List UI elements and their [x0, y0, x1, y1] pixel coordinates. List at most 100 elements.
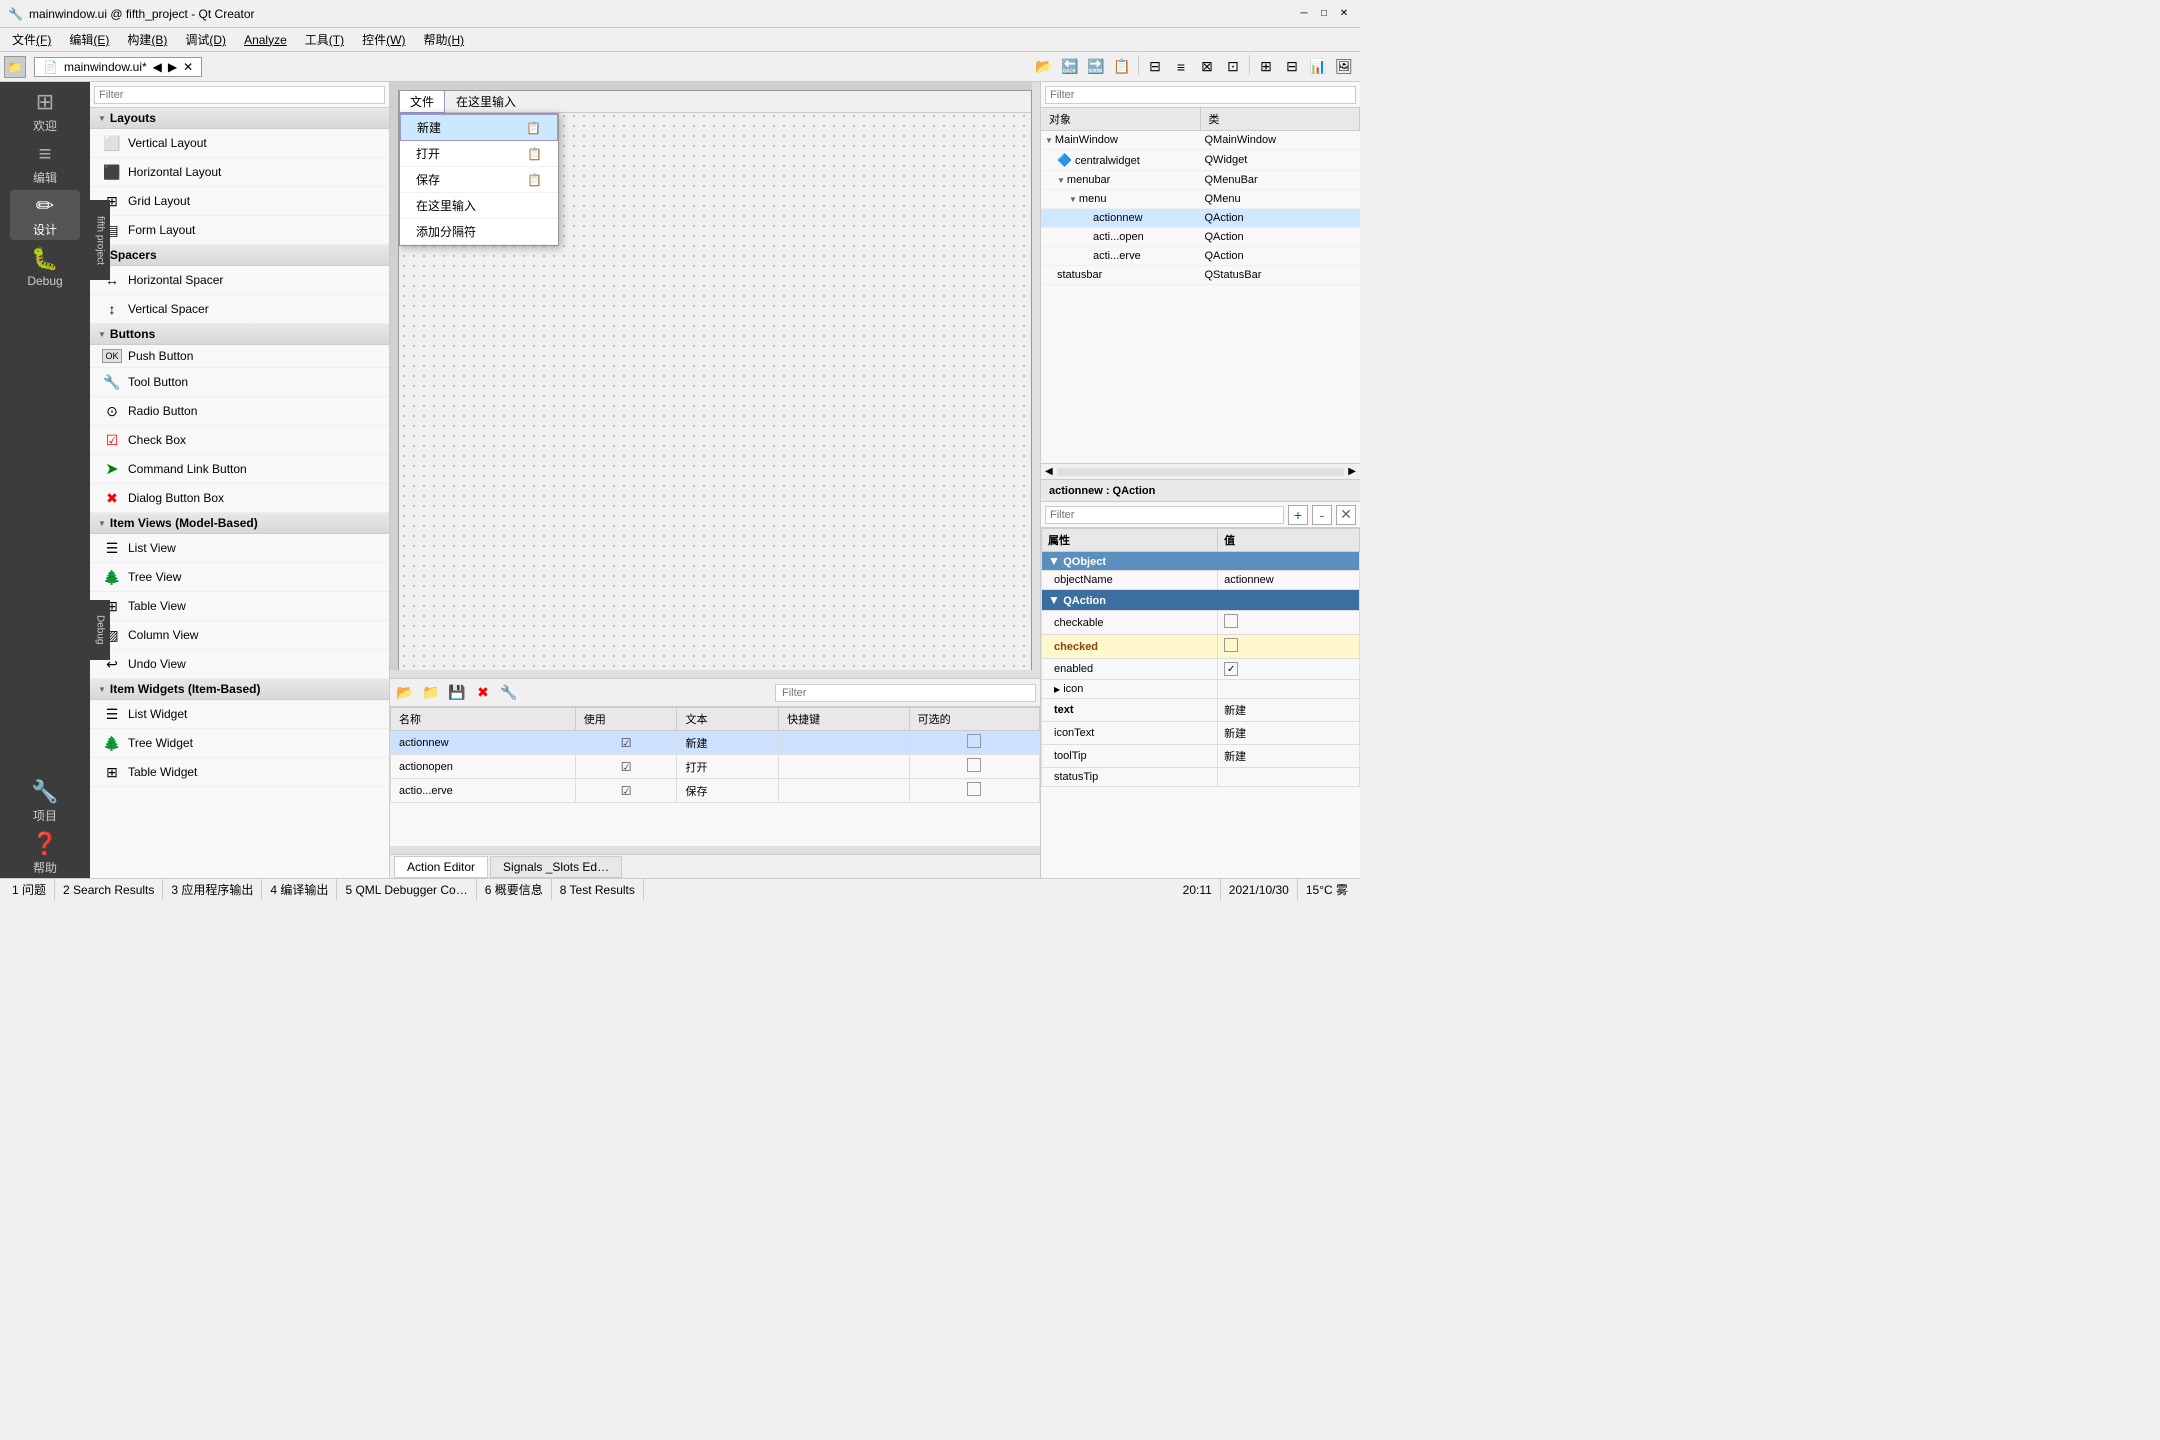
status-compile[interactable]: 4 编译输出: [262, 879, 337, 900]
widget-column-view[interactable]: ▨ Column View: [90, 621, 389, 650]
widget-filter-input[interactable]: [94, 86, 385, 104]
scroll-right-btn[interactable]: ▶: [1348, 466, 1356, 477]
checked-checkbox[interactable]: [1224, 638, 1238, 652]
props-add-btn[interactable]: +: [1288, 505, 1308, 525]
debug-tab[interactable]: Debug: [90, 600, 110, 660]
dropdown-item-input[interactable]: 在这里输入: [400, 193, 558, 219]
widget-table-widget[interactable]: ⊞ Table Widget: [90, 758, 389, 787]
tab-nav-left[interactable]: ◀: [153, 60, 162, 74]
props-row-tooltip[interactable]: toolTip 新建: [1042, 745, 1360, 768]
tab-nav-right[interactable]: ▶: [168, 60, 177, 74]
minimize-button[interactable]: ─: [1296, 6, 1312, 22]
action-checkable-open[interactable]: [909, 755, 1039, 779]
props-row-checkable[interactable]: checkable: [1042, 611, 1360, 635]
dropdown-item-save[interactable]: 保存 📋: [400, 167, 558, 193]
dropdown-item-new[interactable]: 新建 📋: [400, 114, 558, 141]
toolbar-btn-8[interactable]: ⊡: [1221, 55, 1245, 79]
menu-edit[interactable]: 编辑(E): [61, 29, 117, 50]
props-row-text[interactable]: text 新建: [1042, 699, 1360, 722]
design-canvas[interactable]: 文件 在这里输入 新建 📋 打开: [390, 82, 1040, 678]
widget-list-widget[interactable]: ☰ List Widget: [90, 700, 389, 729]
toolbar-btn-10[interactable]: ⊟: [1280, 55, 1304, 79]
widget-grid-layout[interactable]: ⊞ Grid Layout: [90, 187, 389, 216]
left-icon-edit[interactable]: ≡ 编辑: [10, 138, 80, 188]
left-icon-welcome[interactable]: ⊞ 欢迎: [10, 86, 80, 136]
props-value-tooltip[interactable]: 新建: [1218, 745, 1360, 768]
widget-undo-view[interactable]: ↩ Undo View: [90, 650, 389, 679]
widget-form-layout[interactable]: ▤ Form Layout: [90, 216, 389, 245]
toolbar-btn-7[interactable]: ⊠: [1195, 55, 1219, 79]
props-row-statustip[interactable]: statusTip: [1042, 768, 1360, 787]
props-row-checked[interactable]: checked: [1042, 635, 1360, 659]
category-item-widgets[interactable]: Item Widgets (Item-Based): [90, 679, 389, 700]
toolbar-btn-1[interactable]: 📂: [1032, 55, 1056, 79]
widget-table-view[interactable]: ⊞ Table View: [90, 592, 389, 621]
dropdown-item-open[interactable]: 打开 📋: [400, 141, 558, 167]
left-icon-design[interactable]: ✏ 设计: [10, 190, 80, 240]
action-add-btn[interactable]: 📂: [394, 682, 416, 704]
props-row-icontext[interactable]: iconText 新建: [1042, 722, 1360, 745]
menu-build[interactable]: 构建(B): [119, 29, 175, 50]
canvas-menu-input[interactable]: 在这里输入: [445, 90, 527, 113]
props-value-checkable[interactable]: [1218, 611, 1360, 635]
props-value-text[interactable]: 新建: [1218, 699, 1360, 722]
action-used-save[interactable]: ☑: [575, 779, 677, 803]
tab-signals-slots[interactable]: Signals _Slots Ed…: [490, 856, 622, 878]
action-used-new[interactable]: ☑: [575, 731, 677, 755]
object-hscroll[interactable]: [1057, 468, 1345, 476]
props-value-checked[interactable]: [1218, 635, 1360, 659]
menu-analyze[interactable]: Analyze: [236, 31, 295, 49]
action-delete-btn[interactable]: ✖: [472, 682, 494, 704]
left-icon-debug[interactable]: 🐛 Debug: [10, 242, 80, 292]
widget-check-box[interactable]: ☑ Check Box: [90, 426, 389, 455]
tree-row-mainwindow[interactable]: ▼MainWindow QMainWindow: [1041, 131, 1360, 150]
props-value-icontext[interactable]: 新建: [1218, 722, 1360, 745]
props-filter-input[interactable]: [1045, 506, 1284, 524]
action-row-open[interactable]: actionopen ☑ 打开: [391, 755, 1040, 779]
category-buttons[interactable]: Buttons: [90, 324, 389, 345]
action-row-save[interactable]: actio...erve ☑ 保存: [391, 779, 1040, 803]
widget-list-view[interactable]: ☰ List View: [90, 534, 389, 563]
action-checkable-new[interactable]: [909, 731, 1039, 755]
toolbar-btn-4[interactable]: 📋: [1110, 55, 1134, 79]
menu-widgets[interactable]: 控件(W): [354, 29, 413, 50]
canvas-menu-file[interactable]: 文件: [399, 90, 445, 113]
checkable-checkbox[interactable]: [1224, 614, 1238, 628]
widget-dialog-button[interactable]: ✖ Dialog Button Box: [90, 484, 389, 513]
widget-radio-button[interactable]: ⊙ Radio Button: [90, 397, 389, 426]
enabled-checkbox[interactable]: ✓: [1224, 662, 1238, 676]
action-settings-btn[interactable]: 🔧: [498, 682, 520, 704]
close-button[interactable]: ✕: [1336, 6, 1352, 22]
toolbar-btn-11[interactable]: 📊: [1306, 55, 1330, 79]
category-layouts[interactable]: Layouts: [90, 108, 389, 129]
menu-help[interactable]: 帮助(H): [415, 29, 472, 50]
action-row-new[interactable]: actionnew ☑ 新建: [391, 731, 1040, 755]
action-used-open[interactable]: ☑: [575, 755, 677, 779]
tab-close-icon[interactable]: ✕: [183, 60, 193, 74]
props-value-icon[interactable]: [1218, 680, 1360, 699]
fifth-project-tab[interactable]: fifth project: [90, 200, 110, 280]
widget-horizontal-layout[interactable]: ⬛ Horizontal Layout: [90, 158, 389, 187]
action-save-btn[interactable]: 💾: [446, 682, 468, 704]
toolbar-btn-3[interactable]: 🔜: [1084, 55, 1108, 79]
widget-vertical-layout[interactable]: ⬜ Vertical Layout: [90, 129, 389, 158]
toolbar-btn-6[interactable]: ≡: [1169, 55, 1193, 79]
widget-horizontal-spacer[interactable]: ↔ Horizontal Spacer: [90, 266, 389, 295]
props-value-enabled[interactable]: ✓: [1218, 659, 1360, 680]
tree-row-statusbar[interactable]: statusbar QStatusBar: [1041, 266, 1360, 285]
tree-row-menubar[interactable]: ▼menubar QMenuBar: [1041, 171, 1360, 190]
widget-tool-button[interactable]: 🔧 Tool Button: [90, 368, 389, 397]
status-app-output[interactable]: 3 应用程序输出: [163, 879, 262, 900]
toolbar-btn-12[interactable]: 🖼: [1332, 55, 1356, 79]
props-remove-btn[interactable]: -: [1312, 505, 1332, 525]
status-search[interactable]: 2 Search Results: [55, 879, 163, 900]
props-row-objectname[interactable]: objectName actionnew: [1042, 571, 1360, 590]
props-row-enabled[interactable]: enabled ✓: [1042, 659, 1360, 680]
category-item-views[interactable]: Item Views (Model-Based): [90, 513, 389, 534]
props-value-objectname[interactable]: actionnew: [1218, 571, 1360, 590]
widget-push-button[interactable]: OK Push Button: [90, 345, 389, 368]
tree-row-menu[interactable]: ▼menu QMenu: [1041, 190, 1360, 209]
action-filter-input[interactable]: [775, 684, 1036, 702]
props-row-icon[interactable]: ▶ icon: [1042, 680, 1360, 699]
editor-tab[interactable]: 📄 mainwindow.ui* ◀ ▶ ✕: [34, 57, 202, 77]
